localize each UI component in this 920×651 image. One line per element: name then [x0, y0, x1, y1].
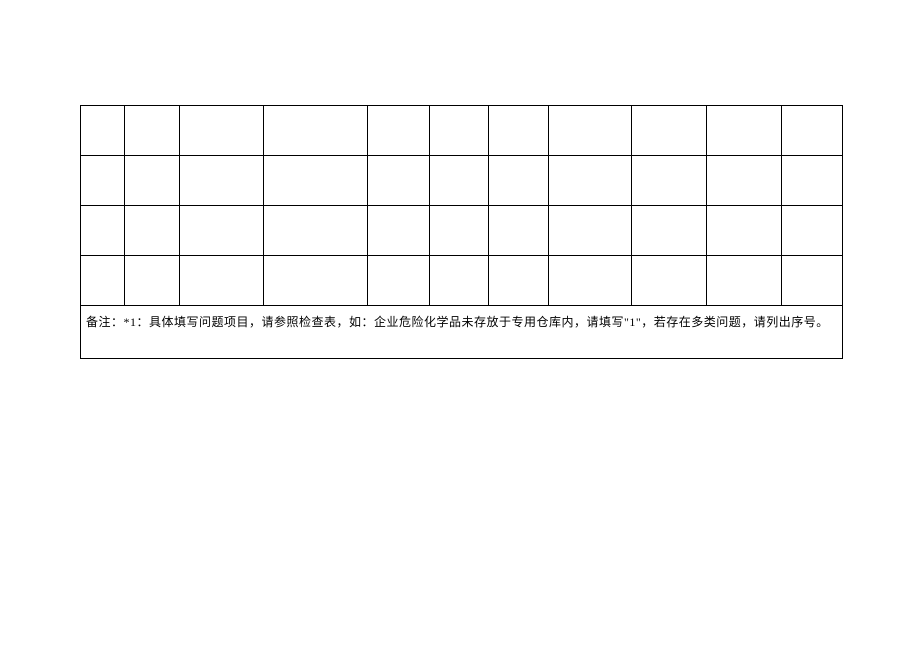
table-cell — [707, 156, 782, 206]
table-cell — [707, 256, 782, 306]
table-cell — [124, 156, 179, 206]
table-cell — [549, 106, 632, 156]
table-cell — [263, 206, 367, 256]
table-cell — [549, 206, 632, 256]
table-cell — [781, 156, 842, 206]
table-cell — [707, 106, 782, 156]
table-cell — [124, 206, 179, 256]
table-row — [81, 256, 843, 306]
table-cell — [179, 156, 263, 206]
table-cell — [781, 256, 842, 306]
table-row — [81, 206, 843, 256]
table-cell — [632, 256, 707, 306]
table-cell — [179, 256, 263, 306]
table-cell — [263, 256, 367, 306]
table-cell — [179, 206, 263, 256]
table-cell — [81, 256, 125, 306]
table-cell — [489, 156, 549, 206]
table-cell — [707, 206, 782, 256]
form-grid-table: 备注：*1：具体填写问题项目，请参照检查表，如：企业危险化学品未存放于专用仓库内… — [80, 105, 843, 359]
table-cell — [549, 256, 632, 306]
table-cell — [632, 106, 707, 156]
table-cell — [429, 156, 489, 206]
table-cell — [367, 206, 429, 256]
table-cell — [429, 206, 489, 256]
table-cell — [81, 156, 125, 206]
table-cell — [367, 256, 429, 306]
table-cell — [632, 206, 707, 256]
table-cell — [124, 106, 179, 156]
table-cell — [124, 256, 179, 306]
table-cell — [429, 256, 489, 306]
note-text: 备注：*1：具体填写问题项目，请参照检查表，如：企业危险化学品未存放于专用仓库内… — [86, 315, 829, 329]
table-cell — [489, 256, 549, 306]
table-cell — [549, 156, 632, 206]
table-cell — [263, 156, 367, 206]
table-cell — [263, 106, 367, 156]
table-cell — [632, 156, 707, 206]
table-cell — [367, 156, 429, 206]
table-note-row: 备注：*1：具体填写问题项目，请参照检查表，如：企业危险化学品未存放于专用仓库内… — [81, 306, 843, 359]
note-cell: 备注：*1：具体填写问题项目，请参照检查表，如：企业危险化学品未存放于专用仓库内… — [81, 306, 843, 359]
table-cell — [489, 106, 549, 156]
table-cell — [781, 106, 842, 156]
table-row — [81, 156, 843, 206]
table-cell — [367, 106, 429, 156]
table-cell — [429, 106, 489, 156]
table-row — [81, 106, 843, 156]
table-cell — [489, 206, 549, 256]
table-cell — [81, 106, 125, 156]
form-table-container: 备注：*1：具体填写问题项目，请参照检查表，如：企业危险化学品未存放于专用仓库内… — [80, 105, 843, 359]
table-cell — [179, 106, 263, 156]
table-cell — [781, 206, 842, 256]
table-cell — [81, 206, 125, 256]
